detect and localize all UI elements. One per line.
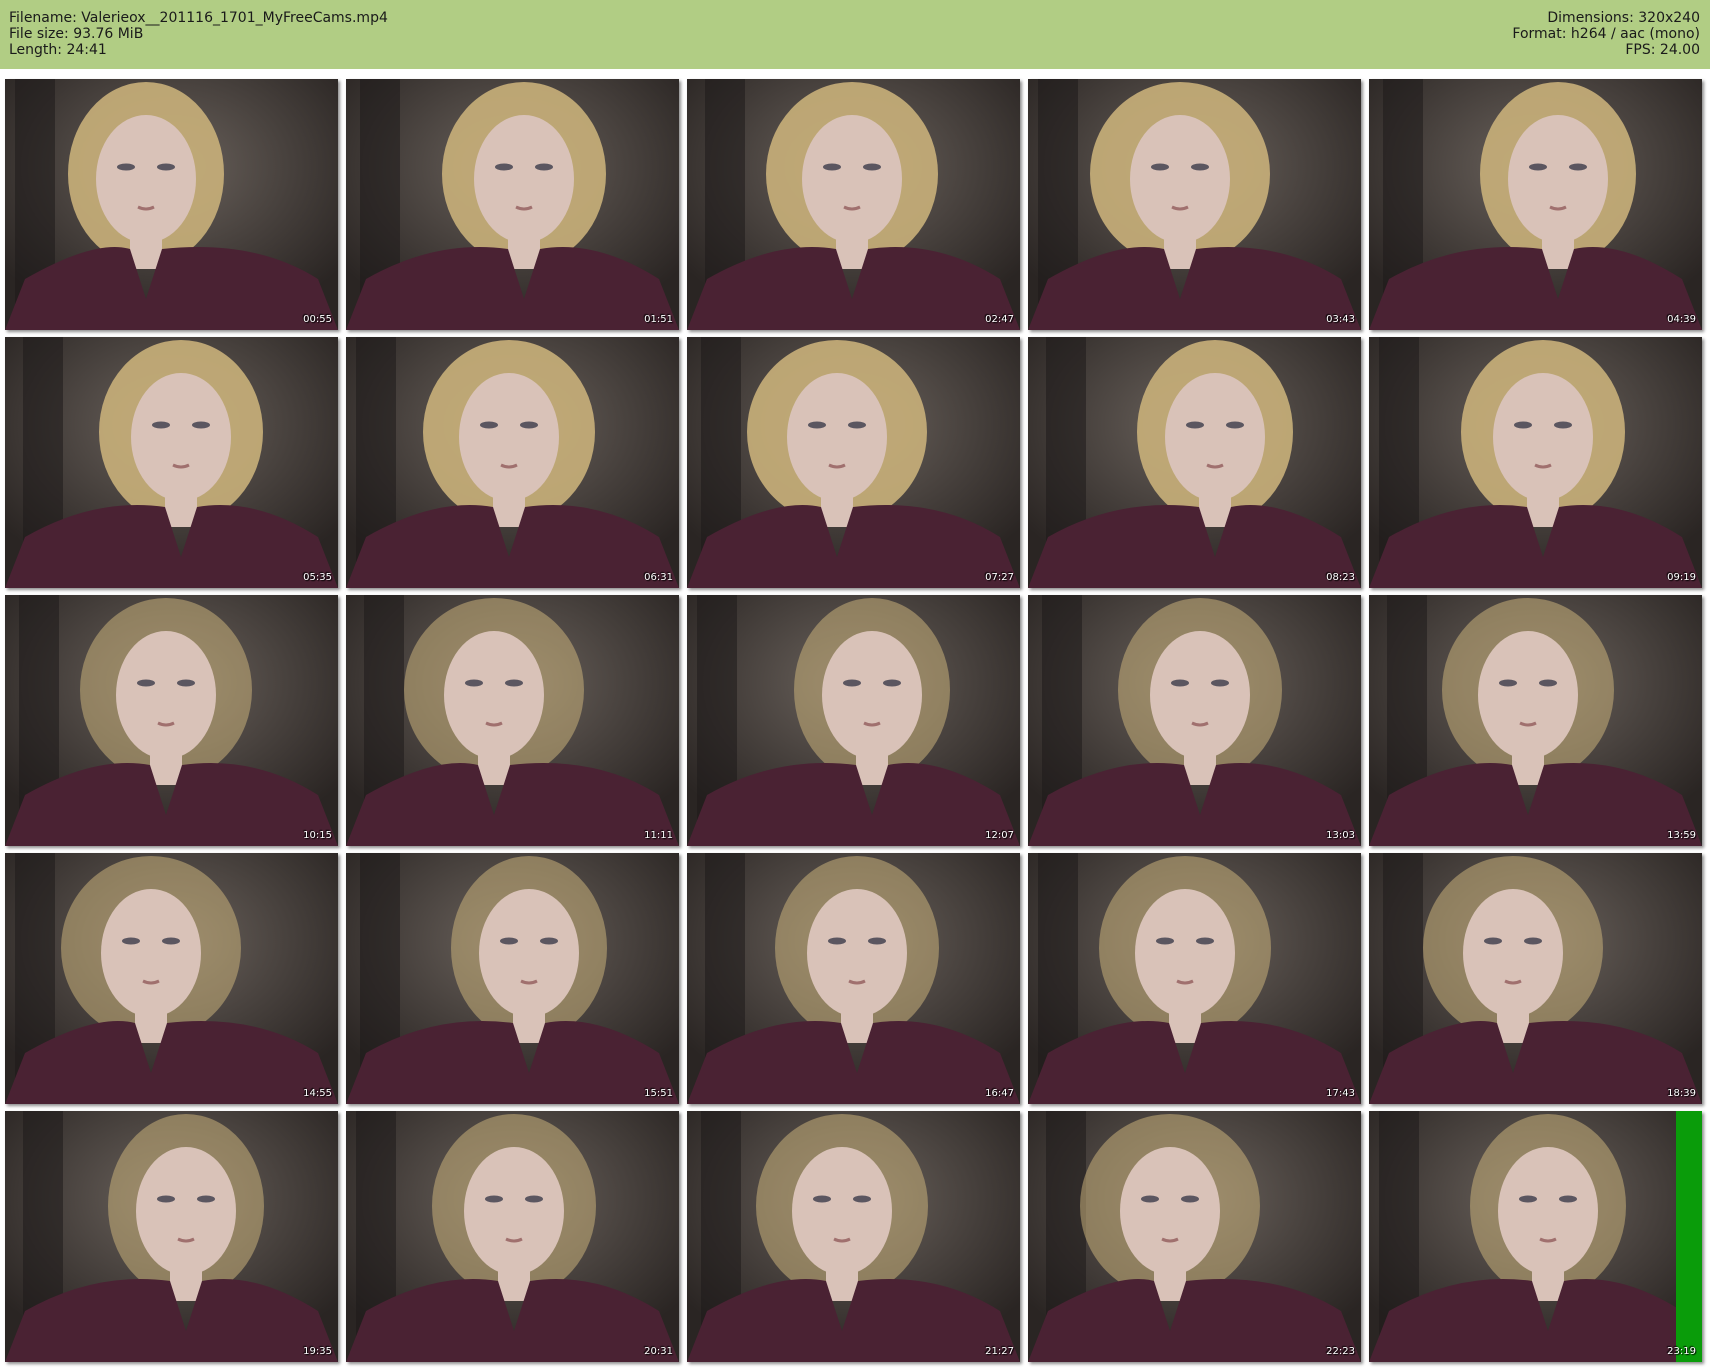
video-thumbnail: 12:07 <box>687 595 1020 846</box>
video-thumbnail: 08:23 <box>1028 337 1361 588</box>
frame-image <box>1369 79 1702 330</box>
video-thumbnail: 03:43 <box>1028 79 1361 330</box>
frame-image <box>346 1111 679 1362</box>
timestamp-label: 11:11 <box>644 830 673 841</box>
frame-image <box>1028 595 1361 846</box>
timestamp-label: 21:27 <box>985 1346 1014 1357</box>
video-thumbnail: 13:03 <box>1028 595 1361 846</box>
frame-image <box>1369 595 1702 846</box>
timestamp-label: 01:51 <box>644 314 673 325</box>
frame-image <box>5 1111 338 1362</box>
timestamp-label: 07:27 <box>985 572 1014 583</box>
timestamp-label: 03:43 <box>1326 314 1355 325</box>
timestamp-label: 04:39 <box>1667 314 1696 325</box>
frame-image <box>687 337 1020 588</box>
video-thumbnail: 01:51 <box>346 79 679 330</box>
frame-image <box>1028 79 1361 330</box>
timestamp-label: 05:35 <box>303 572 332 583</box>
timestamp-label: 13:03 <box>1326 830 1355 841</box>
video-thumbnail: 17:43 <box>1028 853 1361 1104</box>
timestamp-label: 00:55 <box>303 314 332 325</box>
media-info: Dimensions: 320x240 Format: h264 / aac (… <box>1512 10 1700 58</box>
frame-image <box>1028 853 1361 1104</box>
video-thumbnail: 15:51 <box>346 853 679 1104</box>
timestamp-label: 12:07 <box>985 830 1014 841</box>
frame-image <box>687 853 1020 1104</box>
frame-image <box>346 595 679 846</box>
filename-label: Filename: Valerieox__201116_1701_MyFreeC… <box>9 10 388 26</box>
frame-image <box>1369 1111 1702 1362</box>
video-thumbnail: 09:19 <box>1369 337 1702 588</box>
thumbnail-grid: 00:55 01:51 02:47 03:43 04:39 05:35 06:3… <box>5 79 1705 1365</box>
frame-image <box>1028 337 1361 588</box>
timestamp-label: 22:23 <box>1326 1346 1355 1357</box>
video-thumbnail: 23:19 <box>1369 1111 1702 1362</box>
video-thumbnail: 19:35 <box>5 1111 338 1362</box>
timestamp-label: 15:51 <box>644 1088 673 1099</box>
video-thumbnail: 18:39 <box>1369 853 1702 1104</box>
video-thumbnail: 06:31 <box>346 337 679 588</box>
timestamp-label: 13:59 <box>1667 830 1696 841</box>
frame-image <box>5 595 338 846</box>
frame-image <box>1369 337 1702 588</box>
frame-image <box>687 1111 1020 1362</box>
timestamp-label: 19:35 <box>303 1346 332 1357</box>
timestamp-label: 06:31 <box>644 572 673 583</box>
filesize-label: File size: 93.76 MiB <box>9 26 144 42</box>
video-thumbnail: 00:55 <box>5 79 338 330</box>
video-thumbnail: 11:11 <box>346 595 679 846</box>
video-thumbnail: 16:47 <box>687 853 1020 1104</box>
timestamp-label: 23:19 <box>1667 1346 1696 1357</box>
frame-image <box>687 79 1020 330</box>
frame-image <box>346 79 679 330</box>
video-thumbnail: 04:39 <box>1369 79 1702 330</box>
green-bar <box>1676 1111 1702 1362</box>
timestamp-label: 18:39 <box>1667 1088 1696 1099</box>
dimensions-label: Dimensions: 320x240 <box>1547 10 1700 26</box>
timestamp-label: 08:23 <box>1326 572 1355 583</box>
video-thumbnail: 10:15 <box>5 595 338 846</box>
frame-image <box>346 853 679 1104</box>
video-thumbnail: 22:23 <box>1028 1111 1361 1362</box>
length-label: Length: 24:41 <box>9 42 107 58</box>
frame-image <box>1028 1111 1361 1362</box>
video-thumbnail: 05:35 <box>5 337 338 588</box>
frame-image <box>5 79 338 330</box>
video-thumbnail: 14:55 <box>5 853 338 1104</box>
frame-image <box>1369 853 1702 1104</box>
frame-image <box>687 595 1020 846</box>
frame-image <box>346 337 679 588</box>
format-label: Format: h264 / aac (mono) <box>1512 26 1700 42</box>
timestamp-label: 20:31 <box>644 1346 673 1357</box>
video-thumbnail: 20:31 <box>346 1111 679 1362</box>
frame-image <box>5 337 338 588</box>
video-thumbnail: 13:59 <box>1369 595 1702 846</box>
video-thumbnail: 21:27 <box>687 1111 1020 1362</box>
timestamp-label: 10:15 <box>303 830 332 841</box>
timestamp-label: 17:43 <box>1326 1088 1355 1099</box>
timestamp-label: 09:19 <box>1667 572 1696 583</box>
video-thumbnail: 02:47 <box>687 79 1020 330</box>
video-thumbnail: 07:27 <box>687 337 1020 588</box>
timestamp-label: 02:47 <box>985 314 1014 325</box>
info-header: Filename: Valerieox__201116_1701_MyFreeC… <box>0 0 1710 69</box>
frame-image <box>5 853 338 1104</box>
file-info: Filename: Valerieox__201116_1701_MyFreeC… <box>9 10 388 58</box>
timestamp-label: 16:47 <box>985 1088 1014 1099</box>
fps-label: FPS: 24.00 <box>1625 42 1700 58</box>
timestamp-label: 14:55 <box>303 1088 332 1099</box>
